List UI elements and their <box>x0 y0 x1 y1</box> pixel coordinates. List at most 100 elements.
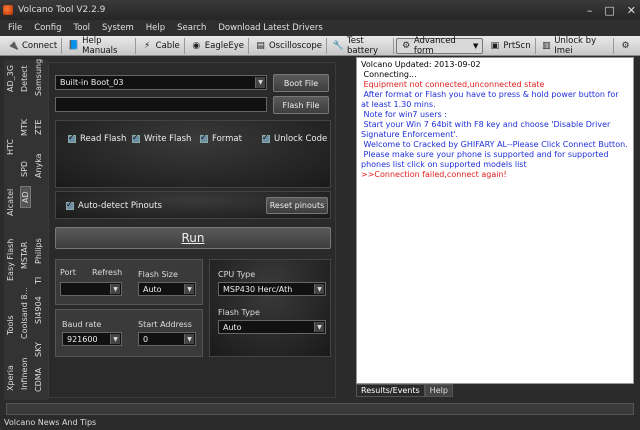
tab-tools[interactable]: Tools <box>6 310 15 340</box>
write-flash-checkbox[interactable]: Write Flash <box>132 133 191 144</box>
log-line: Equipment not connected,unconnected stat… <box>361 80 545 89</box>
chevron-down-icon: ▼ <box>472 41 479 50</box>
port-group: Port Refresh ▼ Flash Size Auto ▼ <box>55 259 203 305</box>
help-manuals-label: Help Manuals <box>82 35 118 56</box>
chevron-down-icon: ▼ <box>314 322 324 332</box>
tab-ad-3g[interactable]: AD_3G <box>6 62 15 96</box>
checkbox-icon <box>262 133 270 143</box>
tab-sky[interactable]: SKY <box>34 338 43 362</box>
flash-type-select[interactable]: Auto ▼ <box>218 320 326 334</box>
tab-coolsand[interactable]: Coolsand 8... <box>20 286 29 340</box>
minimize-button[interactable]: – <box>587 4 593 17</box>
pinouts-box: Auto-detect Pinouts Reset pinouts <box>55 191 331 219</box>
side-tabs: AD_3G Detect Samsung MTK ZTE HTC SPD Any… <box>4 59 48 400</box>
baud-rate-select[interactable]: 921600 ▼ <box>62 332 122 346</box>
tab-cdma[interactable]: CDMA <box>34 364 43 396</box>
chevron-down-icon: ▼ <box>184 284 194 294</box>
log-line: Please make sure your phone is supported… <box>361 150 612 169</box>
book-icon: 📘 <box>68 40 80 51</box>
cpu-type-select[interactable]: MSP430 Herc/Ath ▼ <box>218 282 326 296</box>
menu-download-drivers[interactable]: Download Latest Drivers <box>218 23 323 33</box>
tab-help[interactable]: Help <box>424 384 453 397</box>
toolbar: 🔌 Connect 📘 Help Manuals ⚡ Cable ◉ EagleEye … <box>0 36 640 56</box>
menu-tool[interactable]: Tool <box>74 23 91 33</box>
checkbox-icon <box>66 200 74 210</box>
start-address-select[interactable]: 0 ▼ <box>138 332 196 346</box>
menu-config[interactable]: Config <box>34 23 61 33</box>
boot-select-value: Built-in Boot_03 <box>60 78 124 87</box>
refresh-link[interactable]: Refresh <box>92 268 122 277</box>
tab-si4904[interactable]: SI4904 <box>34 290 43 330</box>
chevron-down-icon: ▼ <box>110 334 120 344</box>
log-line: Connecting... <box>361 70 417 79</box>
news-label: Volcano News And Tips <box>4 418 97 427</box>
format-checkbox[interactable]: Format <box>200 133 242 144</box>
baud-rate-label: Baud rate <box>62 320 102 329</box>
help-manuals-button[interactable]: 📘 Help Manuals <box>64 35 136 56</box>
cpu-type-label: CPU Type <box>218 270 256 279</box>
tab-mstar[interactable]: MSTAR <box>20 236 29 274</box>
auto-detect-checkbox[interactable]: Auto-detect Pinouts <box>66 200 162 211</box>
menu-file[interactable]: File <box>8 23 22 33</box>
cable-button[interactable]: ⚡ Cable <box>138 37 185 54</box>
reset-pinouts-button[interactable]: Reset pinouts <box>266 197 328 214</box>
eagleeye-label: EagleEye <box>204 40 244 51</box>
tab-detect[interactable]: Detect <box>20 62 29 96</box>
read-flash-checkbox[interactable]: Read Flash <box>68 133 126 144</box>
prtscn-label: PrtScn <box>503 40 531 51</box>
tab-ad[interactable]: AD <box>20 186 31 208</box>
close-button[interactable]: ✕ <box>627 4 636 17</box>
advanced-form-label: Advanced form <box>413 35 456 56</box>
tab-mtk[interactable]: MTK <box>20 112 29 142</box>
app-icon <box>3 5 13 15</box>
menu-bar: File Config Tool System Help Search Down… <box>0 20 640 36</box>
menu-help[interactable]: Help <box>146 23 165 33</box>
eagleeye-button[interactable]: ◉ EagleEye <box>187 37 249 54</box>
boot-file-button[interactable]: Boot File <box>273 74 329 92</box>
prtscn-button[interactable]: ▣ PrtScn <box>485 37 536 54</box>
tab-anyka[interactable]: Anyka <box>34 148 43 184</box>
tab-htc[interactable]: HTC <box>6 132 15 162</box>
advanced-form-button[interactable]: ⚙ Advanced form ▼ <box>396 35 484 56</box>
connect-button[interactable]: 🔌 Connect <box>4 37 63 54</box>
operations-box: Read Flash Write Flash Format Unlock Cod… <box>55 120 331 188</box>
menu-system[interactable]: System <box>102 23 134 33</box>
flash-size-label: Flash Size <box>138 270 178 279</box>
tab-infineon[interactable]: Infineon <box>20 354 29 394</box>
menu-search[interactable]: Search <box>177 23 206 33</box>
flash-size-select[interactable]: Auto ▼ <box>138 282 196 296</box>
port-select[interactable]: ▼ <box>60 282 122 296</box>
baud-rate-value: 921600 <box>67 335 98 344</box>
results-log[interactable]: Volcano Updated: 2013-09-02 Connecting..… <box>356 57 634 384</box>
checkbox-icon <box>132 133 140 143</box>
tab-results-events[interactable]: Results/Events <box>356 384 425 397</box>
start-address-value: 0 <box>143 335 149 344</box>
tab-samsung[interactable]: Samsung <box>34 59 43 96</box>
log-tabs: Results/Events Help <box>356 384 453 397</box>
flash-file-field[interactable] <box>55 97 267 112</box>
tab-xperia[interactable]: Xperia <box>6 358 15 398</box>
cpu-type-value: MSP430 Herc/Ath <box>223 285 293 294</box>
tab-philips[interactable]: Philips <box>34 232 43 270</box>
chevron-down-icon: ▼ <box>184 334 194 344</box>
log-line: Start your Win 7 64bit with F8 key and c… <box>361 120 613 139</box>
tab-spd[interactable]: SPD <box>20 152 29 186</box>
news-bar <box>6 403 634 415</box>
maximize-button[interactable]: □ <box>604 4 614 17</box>
tab-ti[interactable]: TI <box>34 270 43 290</box>
tab-zte[interactable]: ZTE <box>34 112 43 142</box>
main-panel: Built-in Boot_03 ▼ Boot File Flash File … <box>48 62 336 398</box>
test-battery-label: Test battery <box>347 35 379 56</box>
oscilloscope-icon: ▤ <box>256 40 265 51</box>
settings-button[interactable]: ⚙ <box>616 38 638 54</box>
unlock-code-checkbox[interactable]: Unlock Code <box>262 133 327 144</box>
tab-easy-flash[interactable]: Easy Flash <box>6 236 15 284</box>
run-button[interactable]: Run <box>55 227 331 249</box>
flash-type-label: Flash Type <box>218 308 260 317</box>
flash-file-button[interactable]: Flash File <box>273 96 329 114</box>
tab-alcatel[interactable]: Alcatel <box>6 184 15 220</box>
unlock-imei-button[interactable]: ▥ Unlock by Imei <box>538 36 614 56</box>
boot-select[interactable]: Built-in Boot_03 ▼ <box>55 75 267 90</box>
oscilloscope-button[interactable]: ▤ Oscilloscope <box>251 37 327 54</box>
test-battery-button[interactable]: 🔧 Test battery <box>329 35 395 56</box>
